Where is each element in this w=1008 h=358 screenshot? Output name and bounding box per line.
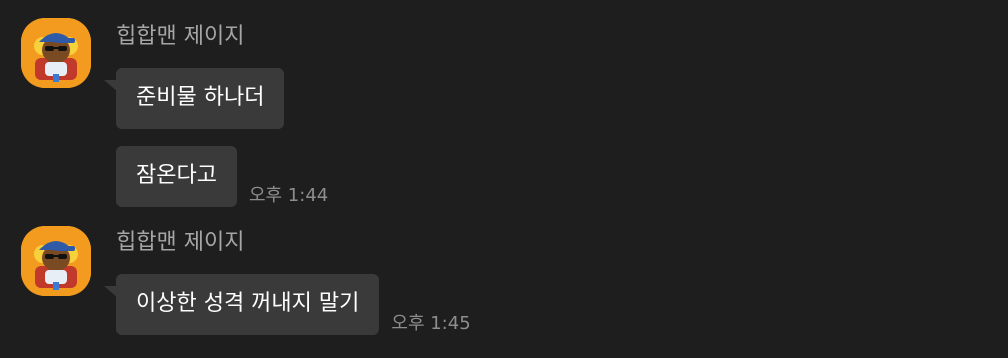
sender-name: 힙합맨 제이지 [116,24,245,49]
message-time: 오후 1:44 [248,185,329,206]
message-row: 잠온다고 오후 1:44 [116,146,328,207]
message-bubble[interactable]: 잠온다고 [116,146,237,207]
message-time: 오후 1:45 [391,313,471,334]
message-row: 준비물 하나더 [103,68,296,129]
jay-g-character-avatar-icon [21,18,91,88]
avatar[interactable] [21,18,91,88]
sender-name: 힙합맨 제이지 [116,230,245,255]
avatar[interactable] [21,226,91,296]
chat-window: 힙합맨 제이지 준비물 하나더 잠온다고 오후 1:44 힙합맨 제이지 이상한… [0,0,1008,358]
message-bubble[interactable]: 준비물 하나더 [103,68,285,129]
message-bubble[interactable]: 이상한 성격 꺼내지 말기 [103,274,380,335]
message-row: 이상한 성격 꺼내지 말기 오후 1:45 [103,274,471,335]
jay-g-character-avatar-icon [21,226,91,296]
